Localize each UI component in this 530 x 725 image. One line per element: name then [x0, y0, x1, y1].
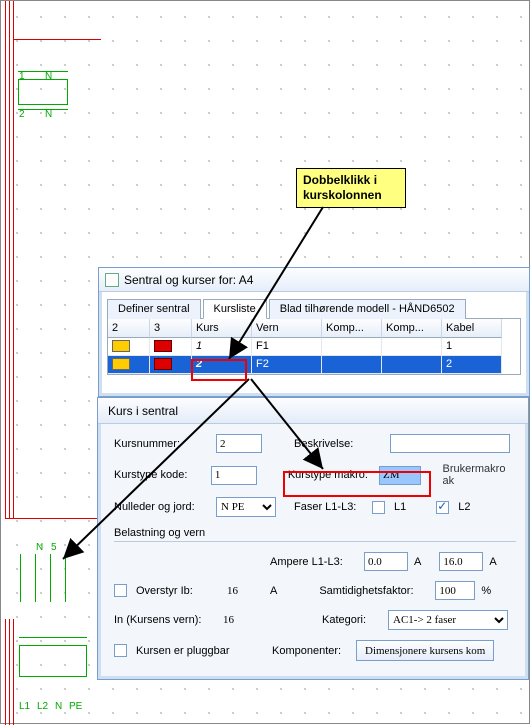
cell-kabel[interactable]: 1	[442, 338, 502, 356]
lbl-l2: L2	[458, 501, 470, 513]
btn-dimensjonere[interactable]: Dimensjonere kursens kom	[356, 640, 494, 661]
sch-lbl-mid5: 5	[51, 542, 57, 553]
lbl-kategori: Kategori:	[322, 614, 382, 626]
sch-lbl-l1: L1	[19, 701, 30, 712]
lbl-nulleder: Nulleder og jord:	[114, 501, 210, 513]
group-belastning: Belastning og vern	[114, 527, 516, 542]
col-komp2[interactable]: Komp...	[382, 319, 442, 338]
callout-line2: kurskolonnen	[303, 188, 382, 202]
col-komp1[interactable]: Komp...	[322, 319, 382, 338]
col-kurs[interactable]: Kurs	[192, 319, 252, 338]
val-in-kurs	[220, 611, 260, 630]
col-vern[interactable]: Vern	[252, 319, 322, 338]
dialog2-title: Kurs i sentral	[108, 404, 178, 418]
sch-lbl-1: 1	[19, 71, 25, 82]
sch-lbl-n2: N	[45, 109, 52, 120]
tab-kursliste[interactable]: Kursliste	[203, 299, 267, 319]
table-row[interactable]: 1 F1 1	[108, 338, 520, 356]
dialog1-titlebar[interactable]: Sentral og kurser for: A4	[99, 268, 529, 292]
cell-vern[interactable]: F2	[252, 356, 322, 374]
unit-a2: A	[489, 556, 496, 568]
tab-definer-sentral[interactable]: Definer sentral	[107, 299, 201, 319]
val-overstyr-ib	[224, 581, 264, 600]
kurs-grid[interactable]: 2 3 Kurs Vern Komp... Komp... Kabel 1 F1…	[107, 319, 521, 375]
dialog2-titlebar[interactable]: Kurs i sentral	[98, 398, 528, 424]
table-row[interactable]: 2 F2 2	[108, 356, 520, 374]
sch-lbl-pe: PE	[69, 701, 82, 712]
input-beskrivelse[interactable]	[390, 434, 510, 453]
sch-lbl-2: 2	[19, 109, 25, 120]
tabstrip: Definer sentral Kursliste Blad tilhørend…	[107, 298, 521, 319]
lbl-pluggbar: Kursen er pluggbar	[136, 645, 266, 657]
lbl-kurstype-makro: Kurstype makro:	[288, 469, 373, 481]
chk-l2[interactable]	[436, 501, 449, 514]
sch-lbl-l2: L2	[37, 701, 48, 712]
cell-kurs[interactable]: 1	[192, 338, 252, 356]
cell-kurs[interactable]: 2	[192, 356, 252, 374]
lbl-kurstype-kode: Kurstype kode:	[114, 469, 205, 481]
app-icon	[105, 273, 119, 287]
chk-pluggbar[interactable]	[114, 644, 127, 657]
input-amp2[interactable]	[439, 552, 483, 571]
unit-a3: A	[270, 585, 277, 597]
input-kurstype-makro[interactable]	[379, 466, 421, 485]
lbl-brukermakro: Brukermakro ak	[443, 463, 517, 487]
select-nulleder[interactable]: N PE	[216, 497, 276, 517]
input-kursnummer[interactable]	[216, 434, 262, 453]
col-kabel[interactable]: Kabel	[442, 319, 502, 338]
dialog-sentral-kurser: Sentral og kurser for: A4 Definer sentra…	[98, 267, 530, 397]
cell-kabel[interactable]: 2	[442, 356, 502, 374]
bar-yellow-icon	[112, 340, 130, 352]
col-2[interactable]: 2	[108, 319, 150, 338]
callout-tooltip: Dobbelklikk i kurskolonnen	[296, 168, 406, 208]
dialog-kurs-i-sentral: Kurs i sentral Kursnummer: Beskrivelse: …	[97, 397, 529, 680]
input-amp1[interactable]	[364, 552, 408, 571]
dialog1-title: Sentral og kurser for: A4	[124, 273, 253, 287]
col-3[interactable]: 3	[150, 319, 192, 338]
sch-lbl-n: N	[45, 71, 52, 82]
lbl-beskrivelse: Beskrivelse:	[294, 438, 384, 450]
bar-red-icon	[154, 340, 172, 352]
lbl-l1: L1	[394, 501, 406, 513]
lbl-samtidighet: Samtidighetsfaktor:	[319, 585, 429, 597]
cell-vern[interactable]: F1	[252, 338, 322, 356]
bar-yellow-icon	[112, 358, 130, 370]
bar-red-icon	[154, 358, 172, 370]
tab-blad-modell[interactable]: Blad tilhørende modell - HÅND6502	[269, 299, 466, 319]
input-samtidighet[interactable]	[435, 581, 475, 600]
grid-header: 2 3 Kurs Vern Komp... Komp... Kabel	[108, 319, 520, 338]
chk-l1[interactable]	[372, 501, 385, 514]
lbl-komponenter: Komponenter:	[272, 645, 350, 657]
unit-pct: %	[481, 585, 491, 597]
lbl-ampere: Ampere L1-L3:	[270, 556, 358, 568]
sch-lbl-bn: N	[55, 701, 62, 712]
input-kurstype-kode[interactable]	[211, 466, 257, 485]
unit-a1: A	[414, 556, 421, 568]
select-kategori[interactable]: AC1-> 2 faser	[388, 610, 508, 630]
lbl-faser: Faser L1-L3:	[294, 501, 366, 513]
chk-overstyr[interactable]	[114, 584, 127, 597]
lbl-in-kurs: In (Kursens vern):	[114, 614, 214, 626]
lbl-overstyr: Overstyr Ib:	[136, 585, 218, 597]
lbl-kursnummer: Kursnummer:	[114, 438, 210, 450]
sch-lbl-midn: N	[36, 542, 43, 553]
callout-line1: Dobbelklikk i	[303, 173, 377, 187]
